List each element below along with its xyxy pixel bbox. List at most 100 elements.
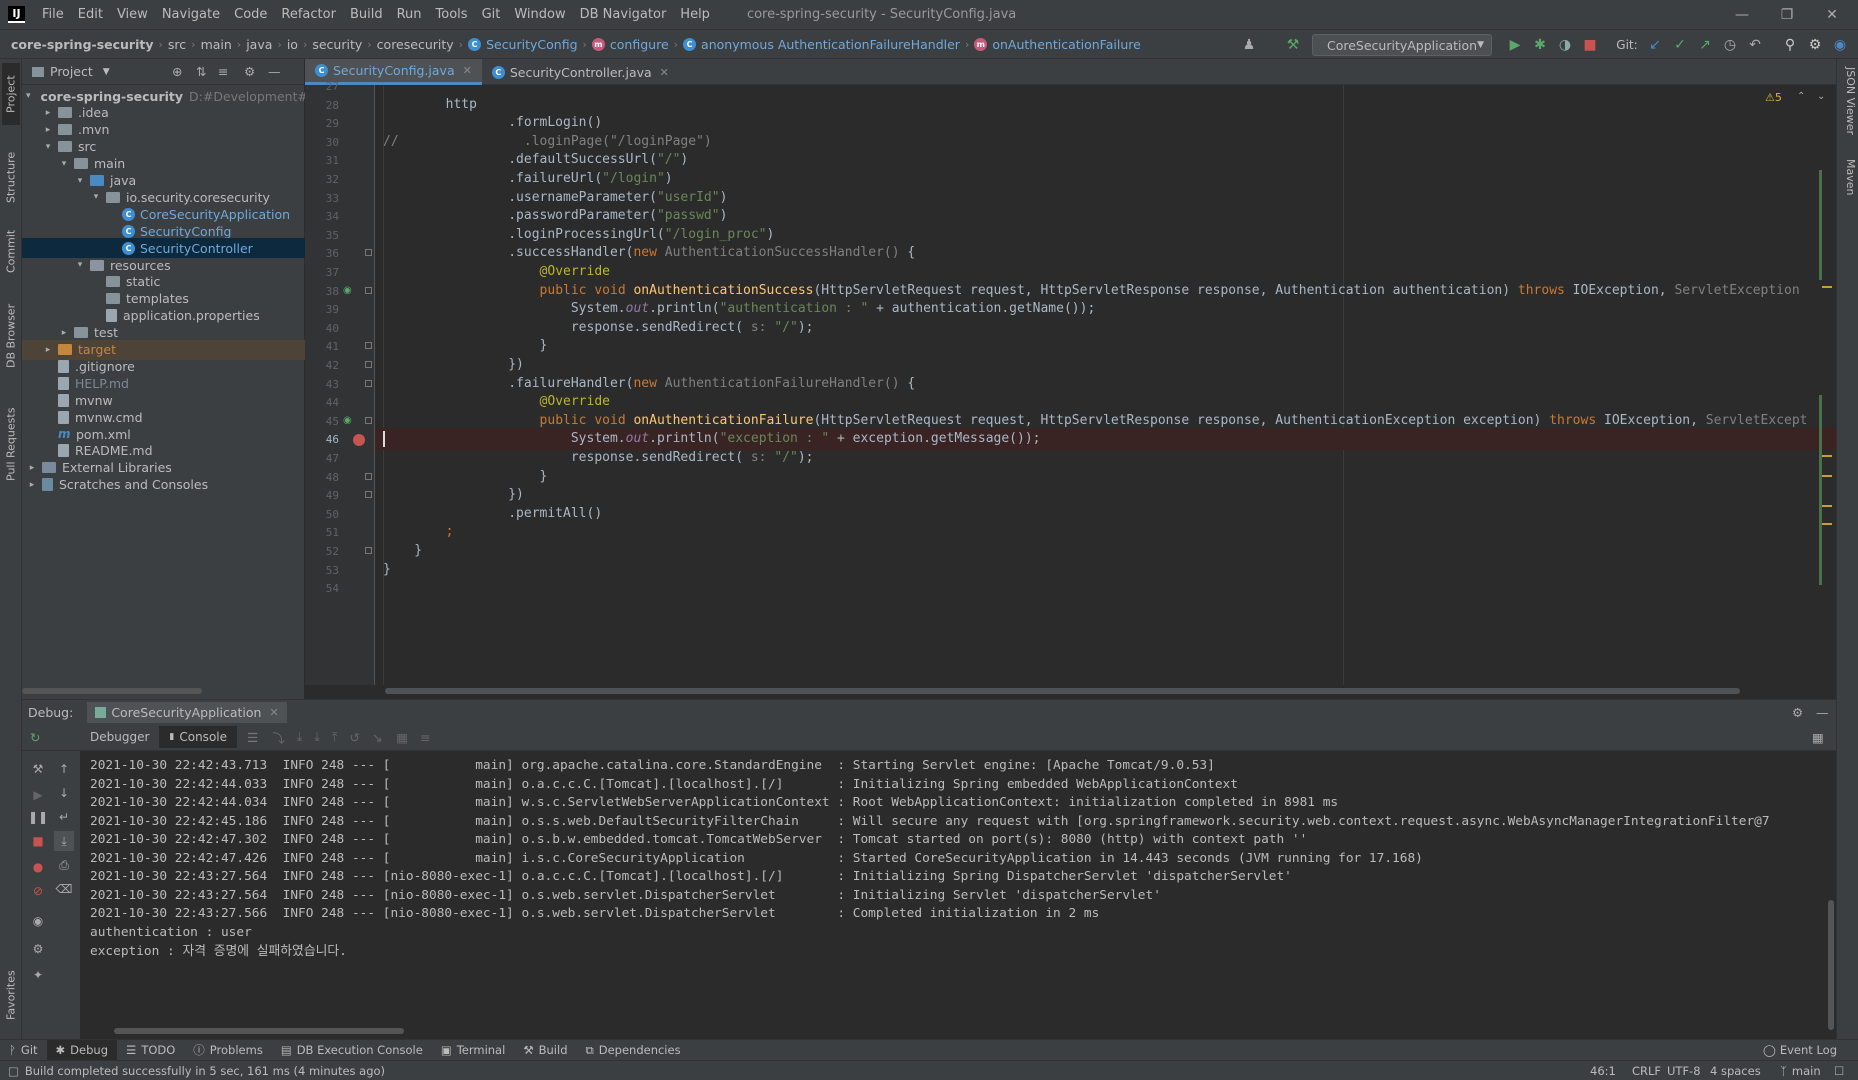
editor-tab[interactable]: C SecurityController.java ✕ — [482, 59, 679, 85]
chevron-down-icon[interactable]: ▼ — [103, 67, 110, 77]
pin-icon[interactable]: ✦ — [28, 965, 48, 985]
console-output[interactable]: 2021-10-30 22:42:43.713 INFO 248 --- [ m… — [80, 751, 1836, 1040]
tool-tab-pull-requests[interactable]: Pull Requests — [2, 389, 20, 499]
step-over-icon[interactable]: ⤵ — [272, 728, 285, 747]
step-into-icon[interactable]: ⤓ — [297, 729, 303, 745]
up-arrow-icon[interactable]: ↑ — [54, 759, 74, 779]
console-vertical-scrollbar[interactable] — [1828, 900, 1834, 1030]
hide-panel-icon[interactable]: — — [268, 64, 281, 79]
breadcrumb-item[interactable]: m onAuthenticationFailure — [969, 37, 1145, 52]
tool-window-build[interactable]: ⚒ Build — [514, 1040, 576, 1061]
soft-wrap-icon[interactable]: ↵ — [54, 807, 74, 827]
tool-tab-commit[interactable]: Commit — [2, 219, 20, 283]
close-tab-icon[interactable]: ✕ — [463, 64, 472, 77]
stop-debug-icon[interactable]: ■ — [28, 831, 48, 851]
debug-icon[interactable]: ✱ — [1529, 34, 1551, 56]
expand-down-icon[interactable]: ▾ — [58, 159, 70, 169]
force-step-into-icon[interactable]: ⤓ — [314, 729, 320, 745]
fold-marker-icon[interactable] — [365, 472, 372, 480]
breakpoint-icon[interactable] — [353, 434, 365, 447]
stop-icon[interactable]: ■ — [1579, 34, 1601, 56]
horizontal-scrollbar[interactable] — [22, 688, 202, 694]
debug-gear-icon[interactable]: ⚙ — [28, 939, 48, 959]
expand-right-icon[interactable]: ▸ — [42, 125, 54, 135]
fold-marker-icon[interactable] — [365, 491, 372, 499]
collapse-all-icon[interactable]: ≡ — [218, 64, 228, 79]
warnings-indicator[interactable]: ⚠5 — [1765, 91, 1782, 104]
build-hammer-icon[interactable]: ⚒ — [1282, 34, 1304, 56]
fold-marker-icon[interactable] — [365, 342, 372, 350]
editor-horizontal-scrollbar[interactable] — [385, 688, 1740, 694]
search-icon[interactable]: ⚲ — [1779, 34, 1801, 56]
resume-icon[interactable]: ▶ — [28, 785, 48, 805]
breadcrumb-item[interactable]: coresecurity — [372, 37, 459, 52]
layout-icon[interactable]: ☰ — [247, 730, 258, 745]
expand-right-icon[interactable]: ▸ — [58, 328, 70, 338]
fold-marker-icon[interactable] — [365, 249, 372, 257]
menu-item-help[interactable]: Help — [673, 7, 717, 22]
gear-icon[interactable]: ⚙ — [244, 64, 255, 79]
down-arrow-icon[interactable]: ↓ — [54, 783, 74, 803]
clear-all-icon[interactable]: ⌫ — [54, 879, 74, 899]
plugin-icon[interactable]: ◉ — [1829, 34, 1851, 56]
wrench-icon[interactable]: ⚒ — [28, 759, 48, 779]
restore-layout-icon[interactable]: ▦ — [1812, 730, 1824, 745]
lock-icon[interactable]: ☐ — [1834, 1064, 1844, 1078]
pause-icon[interactable]: ❚❚ — [28, 807, 48, 827]
project-view-select[interactable]: Project — [50, 64, 93, 79]
rerun-icon[interactable]: ↻ — [22, 730, 80, 745]
tool-tab-project[interactable]: Project — [2, 63, 20, 125]
tool-tab-maven[interactable]: Maven — [1839, 159, 1857, 219]
code-editor[interactable]: ⚠5 ⌃ ⌄ http .formLogin()// .loginPage("/… — [375, 85, 1836, 685]
expand-right-icon[interactable]: ▸ — [26, 463, 38, 473]
trace-icon[interactable]: ≡ — [420, 730, 430, 745]
tool-tab-json-viewer[interactable]: JSON Viewer — [1839, 67, 1857, 147]
tool-window-terminal[interactable]: ▣ Terminal — [432, 1040, 514, 1061]
settings-gear-icon[interactable]: ⚙ — [1804, 34, 1826, 56]
menu-item-file[interactable]: File — [35, 7, 71, 22]
debug-session-tab[interactable]: CoreSecurityApplication ✕ — [87, 701, 287, 723]
expand-all-icon[interactable]: ⇅ — [196, 64, 206, 79]
fold-marker-icon[interactable] — [365, 416, 372, 424]
status-message[interactable]: Build completed successfully in 5 sec, 1… — [25, 1064, 385, 1078]
tool-window-dependencies[interactable]: ⧉ Dependencies — [577, 1040, 690, 1061]
git-branch[interactable]: ᛉ main — [1780, 1064, 1821, 1078]
expand-down-icon[interactable]: ▾ — [90, 192, 102, 202]
override-marker-icon[interactable]: ◉ — [343, 415, 352, 426]
menu-item-refactor[interactable]: Refactor — [274, 7, 343, 22]
tool-window-debug[interactable]: ✱ Debug — [46, 1039, 117, 1061]
print-icon[interactable]: ⎙ — [54, 855, 74, 875]
expand-down-icon[interactable]: ▾ — [26, 91, 31, 101]
rollback-icon[interactable]: ↶ — [1744, 34, 1766, 56]
close-tab-icon[interactable]: ✕ — [660, 66, 669, 79]
tab-console[interactable]: ▮ Console — [159, 726, 237, 748]
locate-icon[interactable]: ⊕ — [172, 64, 182, 79]
restore-icon[interactable]: ❐ — [1767, 0, 1807, 29]
fold-marker-icon[interactable] — [365, 547, 372, 554]
override-marker-icon[interactable]: ◉ — [343, 285, 352, 296]
view-breakpoints-icon[interactable]: ● — [28, 857, 48, 877]
menu-item-code[interactable]: Code — [227, 7, 274, 22]
tool-window-git[interactable]: ᚹ Git — [0, 1040, 47, 1061]
file-encoding[interactable]: UTF-8 — [1667, 1064, 1701, 1078]
menu-item-window[interactable]: Window — [507, 7, 572, 22]
indent-setting[interactable]: 4 spaces — [1710, 1064, 1761, 1078]
breadcrumb-item[interactable]: main — [196, 37, 237, 52]
breadcrumb-item[interactable]: io — [282, 37, 303, 52]
status-toggle-icon[interactable]: □ — [8, 1064, 19, 1078]
git-push-icon[interactable]: ↗ — [1694, 34, 1716, 56]
tool-window-db-execution-console[interactable]: ▤ DB Execution Console — [272, 1040, 432, 1061]
minimize-icon[interactable]: — — [1722, 0, 1762, 29]
run-icon[interactable]: ▶ — [1504, 34, 1526, 56]
tool-tab-favorites[interactable]: Favorites — [2, 957, 20, 1033]
fold-marker-icon[interactable] — [365, 286, 372, 294]
next-highlight-icon[interactable]: ⌄ — [1817, 91, 1825, 102]
tool-tab-structure[interactable]: Structure — [2, 139, 20, 215]
menu-item-git[interactable]: Git — [475, 7, 508, 22]
git-commit-icon[interactable]: ✓ — [1669, 34, 1691, 56]
evaluate-icon[interactable]: ▦ — [396, 730, 408, 745]
breadcrumb-item[interactable]: C SecurityConfig — [463, 37, 582, 52]
menu-item-view[interactable]: View — [110, 7, 155, 22]
mute-breakpoints-icon[interactable]: ⊘ — [28, 881, 48, 901]
scroll-to-end-icon[interactable]: ⤓ — [54, 831, 74, 851]
